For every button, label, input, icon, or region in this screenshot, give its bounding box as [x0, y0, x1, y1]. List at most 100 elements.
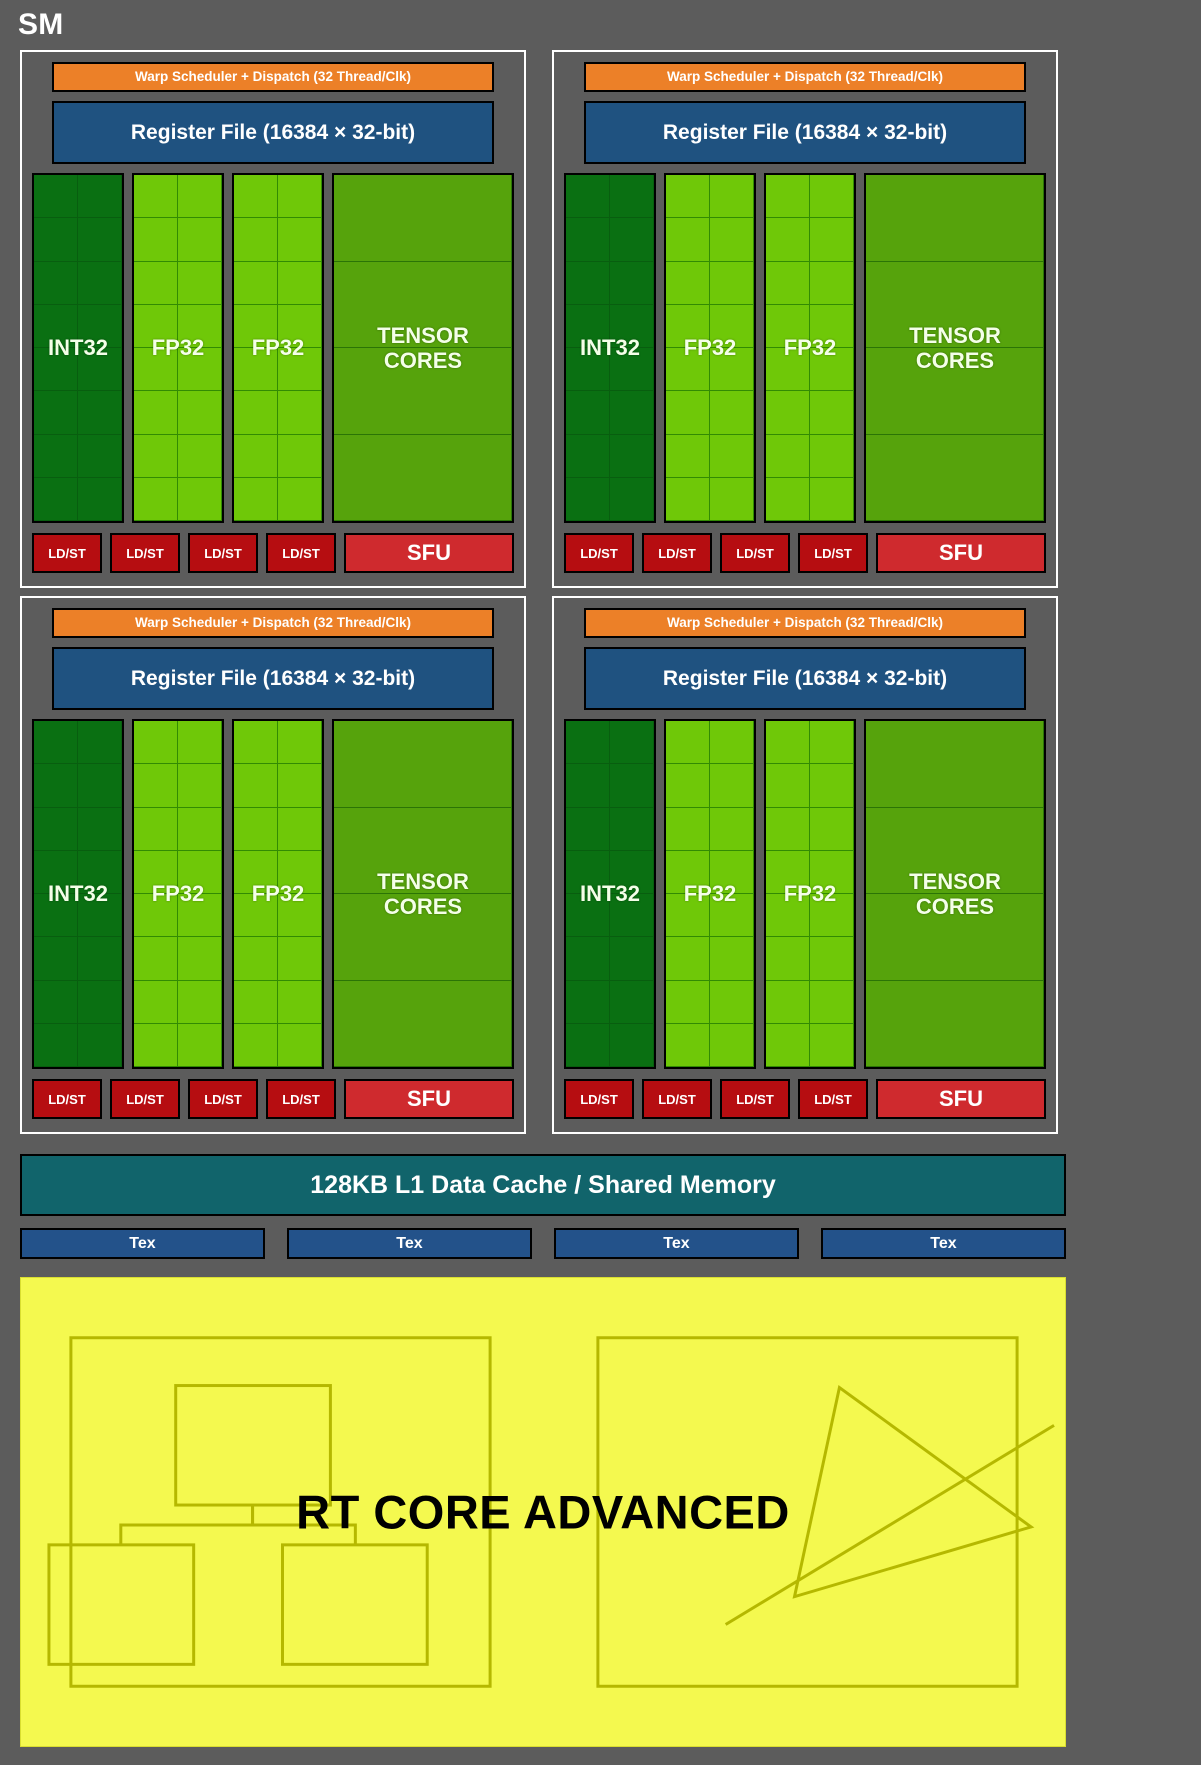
- core-cell: [78, 764, 122, 808]
- core-cell: [866, 434, 1044, 521]
- core-cell: [78, 261, 122, 305]
- core-cell: [334, 980, 512, 1067]
- core-cell: [766, 261, 810, 305]
- core-cell: [810, 477, 854, 521]
- core-cell: [610, 807, 654, 851]
- core-cell: [610, 477, 654, 521]
- core-cell: [566, 1023, 610, 1067]
- sfu-unit: SFU: [876, 533, 1046, 573]
- core-cell: [78, 477, 122, 521]
- core-label: INT32: [48, 881, 108, 907]
- core-label: FP32: [783, 335, 837, 361]
- page-title: SM: [18, 8, 64, 41]
- core-label: FP32: [151, 881, 205, 907]
- core-cell: [78, 980, 122, 1024]
- core-cell: [766, 477, 810, 521]
- core-cell: [766, 807, 810, 851]
- core-cell: [766, 391, 810, 435]
- sm-diagram: SM Warp Scheduler + Dispatch (32 Thread/…: [0, 0, 1201, 1765]
- core-cell: [34, 218, 78, 262]
- core-cell: [666, 218, 710, 262]
- core-cell: [78, 434, 122, 478]
- core-cell: [766, 1023, 810, 1067]
- core-cell: [610, 391, 654, 435]
- core-cell: [610, 434, 654, 478]
- core-cell: [234, 980, 278, 1024]
- core-cell: [178, 980, 222, 1024]
- core-cell: [278, 434, 322, 478]
- core-cell: [234, 807, 278, 851]
- core-cell: [34, 1023, 78, 1067]
- core-cell: [810, 218, 854, 262]
- warp-scheduler-bar: Warp Scheduler + Dispatch (32 Thread/Clk…: [52, 608, 494, 638]
- tex-unit: Tex: [821, 1228, 1066, 1259]
- core-cell: [710, 764, 754, 808]
- core-cell: [766, 980, 810, 1024]
- core-cell: [234, 261, 278, 305]
- core-cell: [234, 218, 278, 262]
- core-cell: [34, 937, 78, 981]
- core-cell: [610, 937, 654, 981]
- fp32-core-column: FP32: [764, 173, 856, 523]
- core-cell: [278, 1023, 322, 1067]
- core-cell: [710, 175, 754, 219]
- core-cell: [866, 721, 1044, 808]
- core-cell: [34, 434, 78, 478]
- processing-block: Warp Scheduler + Dispatch (32 Thread/Clk…: [552, 596, 1058, 1134]
- fp32-core-column: FP32: [232, 173, 324, 523]
- core-columns: INT32 FP32 FP32 TENSOR CORES: [564, 173, 1046, 523]
- int32-core-column: INT32: [32, 719, 124, 1069]
- sfu-unit: SFU: [344, 533, 514, 573]
- core-cell: [178, 1023, 222, 1067]
- core-cell: [666, 1023, 710, 1067]
- core-label: TENSOR CORES: [377, 868, 469, 919]
- core-cell: [810, 721, 854, 765]
- ldst-unit: LD/ST: [32, 533, 102, 573]
- core-cell: [810, 937, 854, 981]
- core-cell: [234, 937, 278, 981]
- core-cell: [766, 721, 810, 765]
- core-cell: [178, 261, 222, 305]
- core-cell: [666, 391, 710, 435]
- tex-unit: Tex: [287, 1228, 532, 1259]
- core-label: TENSOR CORES: [909, 868, 1001, 919]
- ldst-sfu-row: LD/ST LD/ST LD/ST LD/ST SFU: [564, 533, 1046, 573]
- tex-unit: Tex: [20, 1228, 265, 1259]
- ldst-unit: LD/ST: [266, 533, 336, 573]
- core-cell: [134, 937, 178, 981]
- core-label: INT32: [48, 335, 108, 361]
- int32-core-column: INT32: [564, 719, 656, 1069]
- core-cell: [134, 807, 178, 851]
- core-cell: [566, 721, 610, 765]
- ldst-unit: LD/ST: [798, 533, 868, 573]
- warp-scheduler-bar: Warp Scheduler + Dispatch (32 Thread/Clk…: [52, 62, 494, 92]
- core-cell: [278, 477, 322, 521]
- l1-data-cache: 128KB L1 Data Cache / Shared Memory: [20, 1154, 1066, 1216]
- core-cell: [610, 721, 654, 765]
- register-file-bar: Register File (16384 × 32-bit): [52, 101, 494, 164]
- core-cell: [710, 391, 754, 435]
- register-file-bar: Register File (16384 × 32-bit): [584, 647, 1026, 710]
- fp32-core-column: FP32: [664, 173, 756, 523]
- core-cell: [710, 937, 754, 981]
- core-cell: [610, 218, 654, 262]
- core-cell: [334, 721, 512, 808]
- tex-unit: Tex: [554, 1228, 799, 1259]
- core-cell: [610, 261, 654, 305]
- ldst-sfu-row: LD/ST LD/ST LD/ST LD/ST SFU: [564, 1079, 1046, 1119]
- core-cell: [234, 477, 278, 521]
- core-cell: [78, 1023, 122, 1067]
- core-cell: [134, 391, 178, 435]
- core-cell: [178, 218, 222, 262]
- core-cell: [278, 721, 322, 765]
- processing-block: Warp Scheduler + Dispatch (32 Thread/Clk…: [552, 50, 1058, 588]
- ldst-unit: LD/ST: [642, 1079, 712, 1119]
- core-label: FP32: [783, 881, 837, 907]
- core-cell: [810, 391, 854, 435]
- ldst-unit: LD/ST: [720, 1079, 790, 1119]
- core-cell: [78, 175, 122, 219]
- core-cell: [666, 434, 710, 478]
- core-cell: [666, 477, 710, 521]
- rt-core-label: RT CORE ADVANCED: [296, 1485, 790, 1539]
- warp-scheduler-bar: Warp Scheduler + Dispatch (32 Thread/Clk…: [584, 608, 1026, 638]
